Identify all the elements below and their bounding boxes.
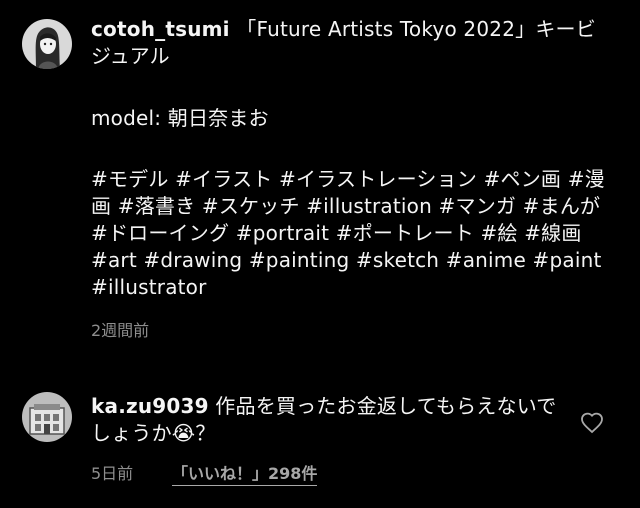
hashtag-list: #モデル #イラスト #イラストレーション #ペン画 #漫画 #落書き #スケッ…	[91, 166, 611, 301]
hashtag-link[interactable]: #スケッチ	[202, 194, 300, 218]
hashtag-link[interactable]: #ドローイング	[91, 221, 229, 245]
portrait-avatar-image	[22, 19, 72, 69]
hashtag-link[interactable]: #線画	[524, 221, 581, 245]
comment-timestamp: 5日前	[91, 464, 134, 483]
comment-avatar[interactable]	[22, 392, 72, 442]
hashtag-link[interactable]: #anime	[446, 248, 526, 272]
comment-username[interactable]: ka.zu9039	[91, 394, 209, 418]
hashtag-link[interactable]: #落書き	[118, 194, 196, 218]
building-avatar-image	[22, 392, 72, 442]
hashtag-link[interactable]: #illustrator	[91, 275, 207, 299]
hashtag-link[interactable]: #マンガ	[439, 194, 517, 218]
hashtag-link[interactable]: #painting	[249, 248, 350, 272]
comment-likes-link[interactable]: 「いいね！」298件	[172, 460, 318, 486]
hashtag-link[interactable]: #paint	[533, 248, 602, 272]
heart-icon[interactable]	[580, 412, 604, 434]
hashtag-link[interactable]: #portrait	[236, 221, 329, 245]
hashtag-link[interactable]: #絵	[480, 221, 517, 245]
hashtag-link[interactable]: #ポートレート	[336, 221, 474, 245]
hashtag-link[interactable]: #まんが	[523, 194, 601, 218]
post-avatar[interactable]	[22, 19, 72, 69]
hashtag-link[interactable]: #illustration	[306, 194, 432, 218]
hashtag-link[interactable]: #ペン画	[484, 167, 562, 191]
post-timestamp: 2週間前	[91, 321, 150, 340]
caption-model-line: model: 朝日奈まお	[91, 106, 269, 130]
hashtag-link[interactable]: #イラストレーション	[279, 167, 477, 191]
post-username[interactable]: cotoh_tsumi	[91, 17, 230, 41]
post-caption: cotoh_tsumi 「Future Artists Tokyo 2022」キ…	[91, 16, 611, 70]
hashtag-link[interactable]: #モデル	[91, 167, 169, 191]
hashtag-link[interactable]: #drawing	[143, 248, 242, 272]
hashtag-link[interactable]: #sketch	[356, 248, 439, 272]
hashtag-link[interactable]: #イラスト	[175, 167, 272, 191]
comment-body: ka.zu9039 作品を買ったお金返してもらえないでしょうか😭？	[91, 393, 561, 447]
hashtag-link[interactable]: #art	[91, 248, 137, 272]
